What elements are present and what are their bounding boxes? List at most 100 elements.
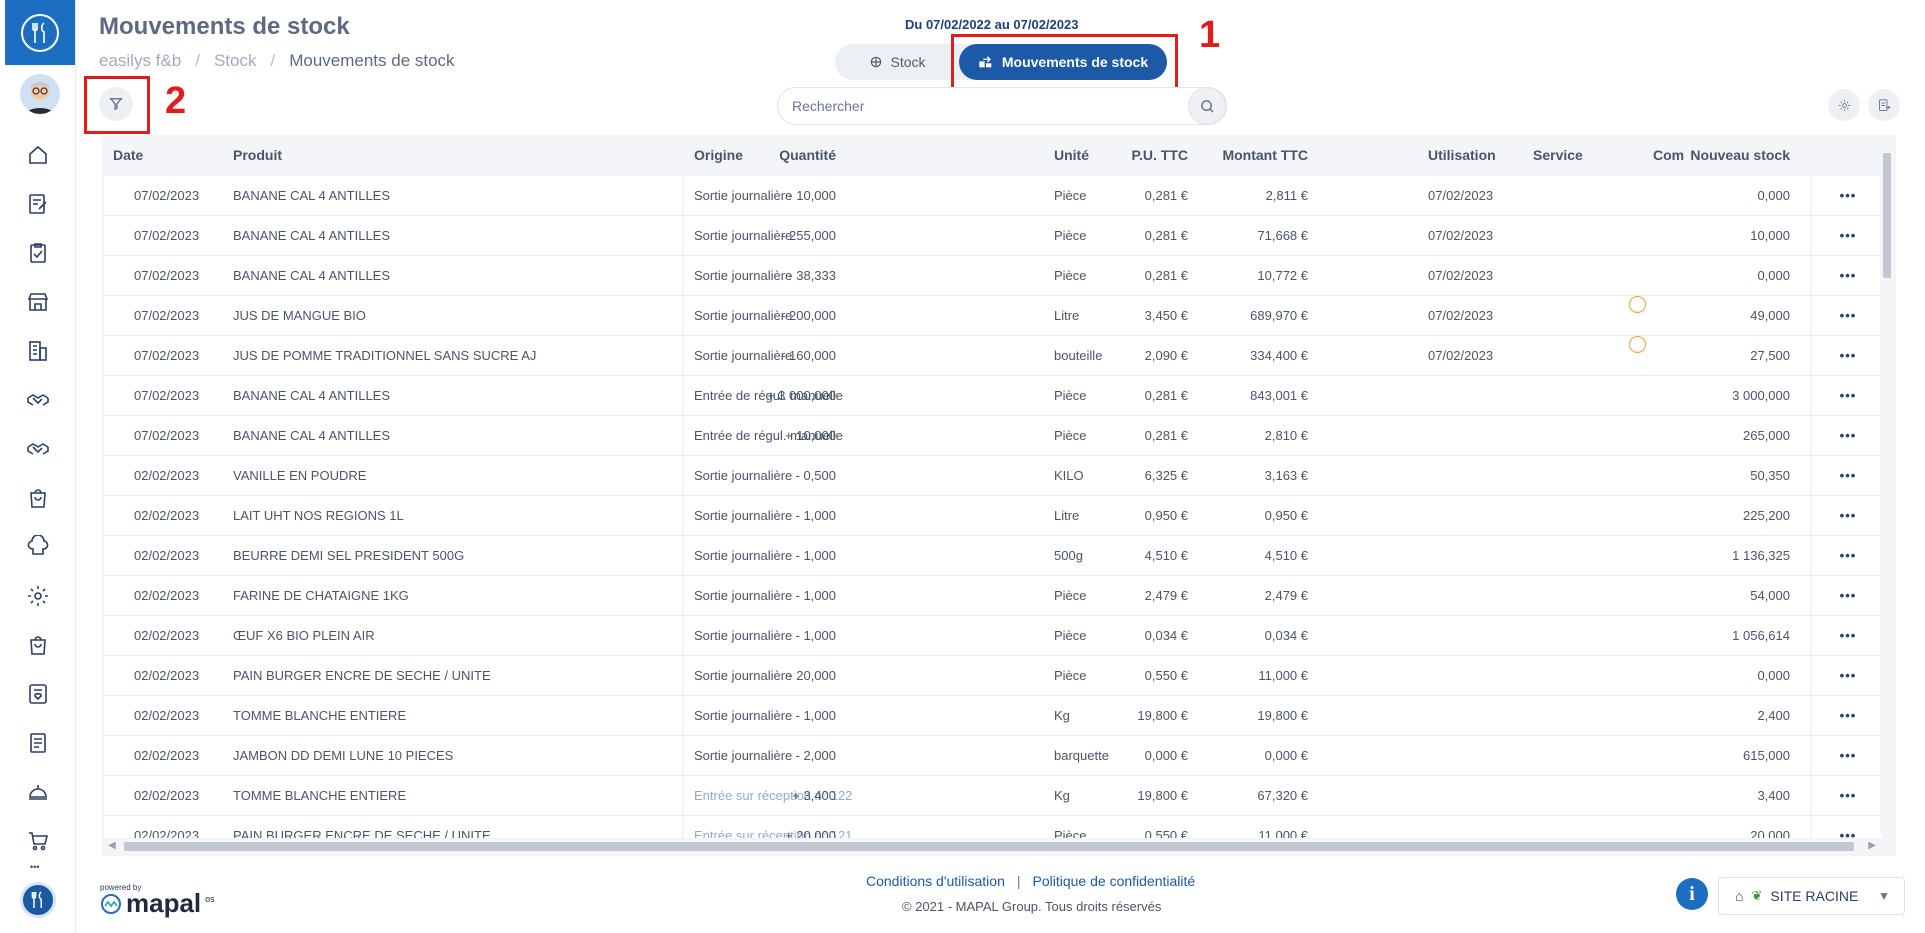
cell-nouveau-stock: 225,200 xyxy=(1743,508,1790,523)
breadcrumb-separator: / xyxy=(195,51,200,70)
table-row[interactable]: 07/02/2023 BANANE CAL 4 ANTILLES Entrée de… xyxy=(102,416,1882,456)
column-header-origine[interactable]: Origine xyxy=(694,135,743,175)
cell-montant-ttc: 2,810 € xyxy=(1264,428,1308,443)
row-actions-button[interactable]: ••• xyxy=(1836,496,1860,535)
table-row[interactable]: 07/02/2023 BANANE CAL 4 ANTILLES Sortie jo… xyxy=(102,176,1882,216)
scroll-left-icon[interactable]: ◀ xyxy=(108,840,116,851)
breadcrumb-item-stock[interactable]: Stock xyxy=(214,51,257,71)
row-actions-button[interactable]: ••• xyxy=(1836,656,1860,695)
clipboard-check-icon[interactable] xyxy=(0,228,76,277)
breadcrumb-item-root[interactable]: easilys f&b xyxy=(99,51,181,71)
column-header-pu-ttc[interactable]: P.U. TTC xyxy=(1131,135,1188,175)
table-row[interactable]: 02/02/2023 PAIN BURGER ENCRE DE SECHE / U… xyxy=(102,656,1882,696)
column-header-quantite[interactable]: Quantité xyxy=(779,135,836,175)
row-actions-button[interactable]: ••• xyxy=(1836,256,1860,295)
row-actions-button[interactable]: ••• xyxy=(1836,416,1860,455)
row-actions-button[interactable]: ••• xyxy=(1836,616,1860,655)
table-settings-button[interactable] xyxy=(1828,89,1860,121)
row-actions-button[interactable]: ••• xyxy=(1836,176,1860,215)
site-logo-icon[interactable] xyxy=(20,882,56,918)
horizontal-scroll-thumb[interactable] xyxy=(124,842,1854,851)
column-divider xyxy=(1810,536,1812,575)
bag-alt-icon[interactable] xyxy=(0,620,76,669)
edit-note-icon[interactable] xyxy=(0,179,76,228)
info-icon[interactable]: i xyxy=(1676,878,1708,910)
column-header-utilisation[interactable]: Utilisation xyxy=(1428,135,1496,175)
table-row[interactable]: 07/02/2023 BANANE CAL 4 ANTILLES Entrée de… xyxy=(102,376,1882,416)
handshake-alt-icon[interactable] xyxy=(0,424,76,473)
cell-produit: JUS DE POMME TRADITIONNEL SANS SUCRE AJ xyxy=(233,348,537,363)
cell-produit: FARINE DE CHATAIGNE 1KG xyxy=(233,588,409,603)
column-header-produit[interactable]: Produit xyxy=(233,135,282,175)
app-logo[interactable] xyxy=(5,0,75,65)
row-actions-button[interactable]: ••• xyxy=(1836,336,1860,375)
table-row[interactable]: 02/02/2023 BEURRE DEMI SEL PRESIDENT 500G… xyxy=(102,536,1882,576)
table-row[interactable]: 02/02/2023 ŒUF X6 BIO PLEIN AIR Sortie jou… xyxy=(102,616,1882,656)
export-button[interactable] xyxy=(1868,89,1900,121)
row-actions-button[interactable]: ••• xyxy=(1836,536,1860,575)
privacy-link[interactable]: Politique de confidentialité xyxy=(1033,873,1196,889)
cell-produit: PAIN BURGER ENCRE DE SECHE / UNITE xyxy=(233,668,491,683)
row-actions-button[interactable]: ••• xyxy=(1836,776,1860,815)
date-range[interactable]: Du 07/02/2022 au 07/02/2023 xyxy=(905,17,1078,32)
vertical-scroll-thumb[interactable] xyxy=(1883,153,1891,278)
table-row[interactable]: 07/02/2023 JUS DE MANGUE BIO Sortie journa… xyxy=(102,296,1882,336)
cell-unite: Litre xyxy=(1054,508,1080,523)
column-header-nouveau-stock[interactable]: Nouveau stock xyxy=(1690,135,1790,175)
column-header-unite[interactable]: Unité xyxy=(1054,135,1089,175)
cell-date: 02/02/2023 xyxy=(134,748,200,763)
row-actions-button[interactable]: ••• xyxy=(1836,296,1860,335)
row-actions-button[interactable]: ••• xyxy=(1836,696,1860,735)
column-header-com[interactable]: Com xyxy=(1653,135,1684,175)
horizontal-scrollbar[interactable]: ◀ ▶ xyxy=(102,838,1896,856)
gear-icon[interactable] xyxy=(0,571,76,620)
cell-unite: barquette xyxy=(1054,748,1109,763)
cell-produit: BANANE CAL 4 ANTILLES xyxy=(233,228,391,243)
cell-nouveau-stock: 54,000 xyxy=(1750,588,1790,603)
table-row[interactable]: 07/02/2023 BANANE CAL 4 ANTILLES Sortie jo… xyxy=(102,216,1882,256)
column-divider xyxy=(682,536,684,575)
row-actions-button[interactable]: ••• xyxy=(1836,576,1860,615)
chef-hat-icon[interactable] xyxy=(0,522,76,571)
table-row[interactable]: 02/02/2023 LAIT UHT NOS REGIONS 1L Sortie … xyxy=(102,496,1882,536)
site-selector[interactable]: ⌂ ❦ SITE RACINE ▼ xyxy=(1718,877,1905,915)
search-input[interactable] xyxy=(792,88,1162,124)
column-divider xyxy=(682,456,684,495)
user-avatar[interactable] xyxy=(20,74,60,114)
table-row[interactable]: 02/02/2023 FARINE DE CHATAIGNE 1KG Sortie … xyxy=(102,576,1882,616)
table-row[interactable]: 07/02/2023 BANANE CAL 4 ANTILLES Sortie jo… xyxy=(102,256,1882,296)
column-header-service[interactable]: Service xyxy=(1533,135,1583,175)
more-dots-icon[interactable]: ••• xyxy=(30,862,39,872)
store-icon[interactable] xyxy=(0,277,76,326)
cell-quantite: - 160,000 xyxy=(781,348,836,363)
row-actions-button[interactable]: ••• xyxy=(1836,216,1860,255)
tab-stock[interactable]: Stock xyxy=(835,44,960,80)
table-row[interactable]: 02/02/2023 TOMME BLANCHE ENTIERE Sortie jo… xyxy=(102,696,1882,736)
favorite-list-icon[interactable] xyxy=(0,669,76,718)
warning-icon[interactable]: ! xyxy=(1628,336,1646,353)
table-row[interactable]: 07/02/2023 JUS DE POMME TRADITIONNEL SANS… xyxy=(102,336,1882,376)
cart-icon[interactable] xyxy=(0,816,76,865)
column-header-date[interactable]: Date xyxy=(113,135,143,175)
search-button[interactable] xyxy=(1188,87,1226,125)
cell-utilisation: 07/02/2023 xyxy=(1428,188,1494,203)
row-actions-button[interactable]: ••• xyxy=(1836,456,1860,495)
table-row[interactable]: 02/02/2023 TOMME BLANCHE ENTIERE Entrée su… xyxy=(102,776,1882,816)
report-icon[interactable] xyxy=(0,718,76,767)
handshake-icon[interactable] xyxy=(0,375,76,424)
cell-utilisation: 07/02/2023 xyxy=(1428,348,1494,363)
home-icon[interactable] xyxy=(0,130,76,179)
filter-button[interactable] xyxy=(99,87,133,121)
terms-link[interactable]: Conditions d'utilisation xyxy=(866,873,1005,889)
column-header-montant-ttc[interactable]: Montant TTC xyxy=(1222,135,1308,175)
table-row[interactable]: 02/02/2023 JAMBON DD DEMI LUNE 10 PIECES S… xyxy=(102,736,1882,776)
cloche-icon[interactable] xyxy=(0,767,76,816)
row-actions-button[interactable]: ••• xyxy=(1836,376,1860,415)
row-actions-button[interactable]: ••• xyxy=(1836,736,1860,775)
shopping-bag-icon[interactable] xyxy=(0,473,76,522)
vertical-scrollbar[interactable] xyxy=(1880,143,1894,833)
building-icon[interactable] xyxy=(0,326,76,375)
scroll-right-icon[interactable]: ▶ xyxy=(1868,840,1876,851)
warning-icon[interactable]: ! xyxy=(1628,296,1646,313)
table-row[interactable]: 02/02/2023 VANILLE EN POUDRE Sortie journa… xyxy=(102,456,1882,496)
